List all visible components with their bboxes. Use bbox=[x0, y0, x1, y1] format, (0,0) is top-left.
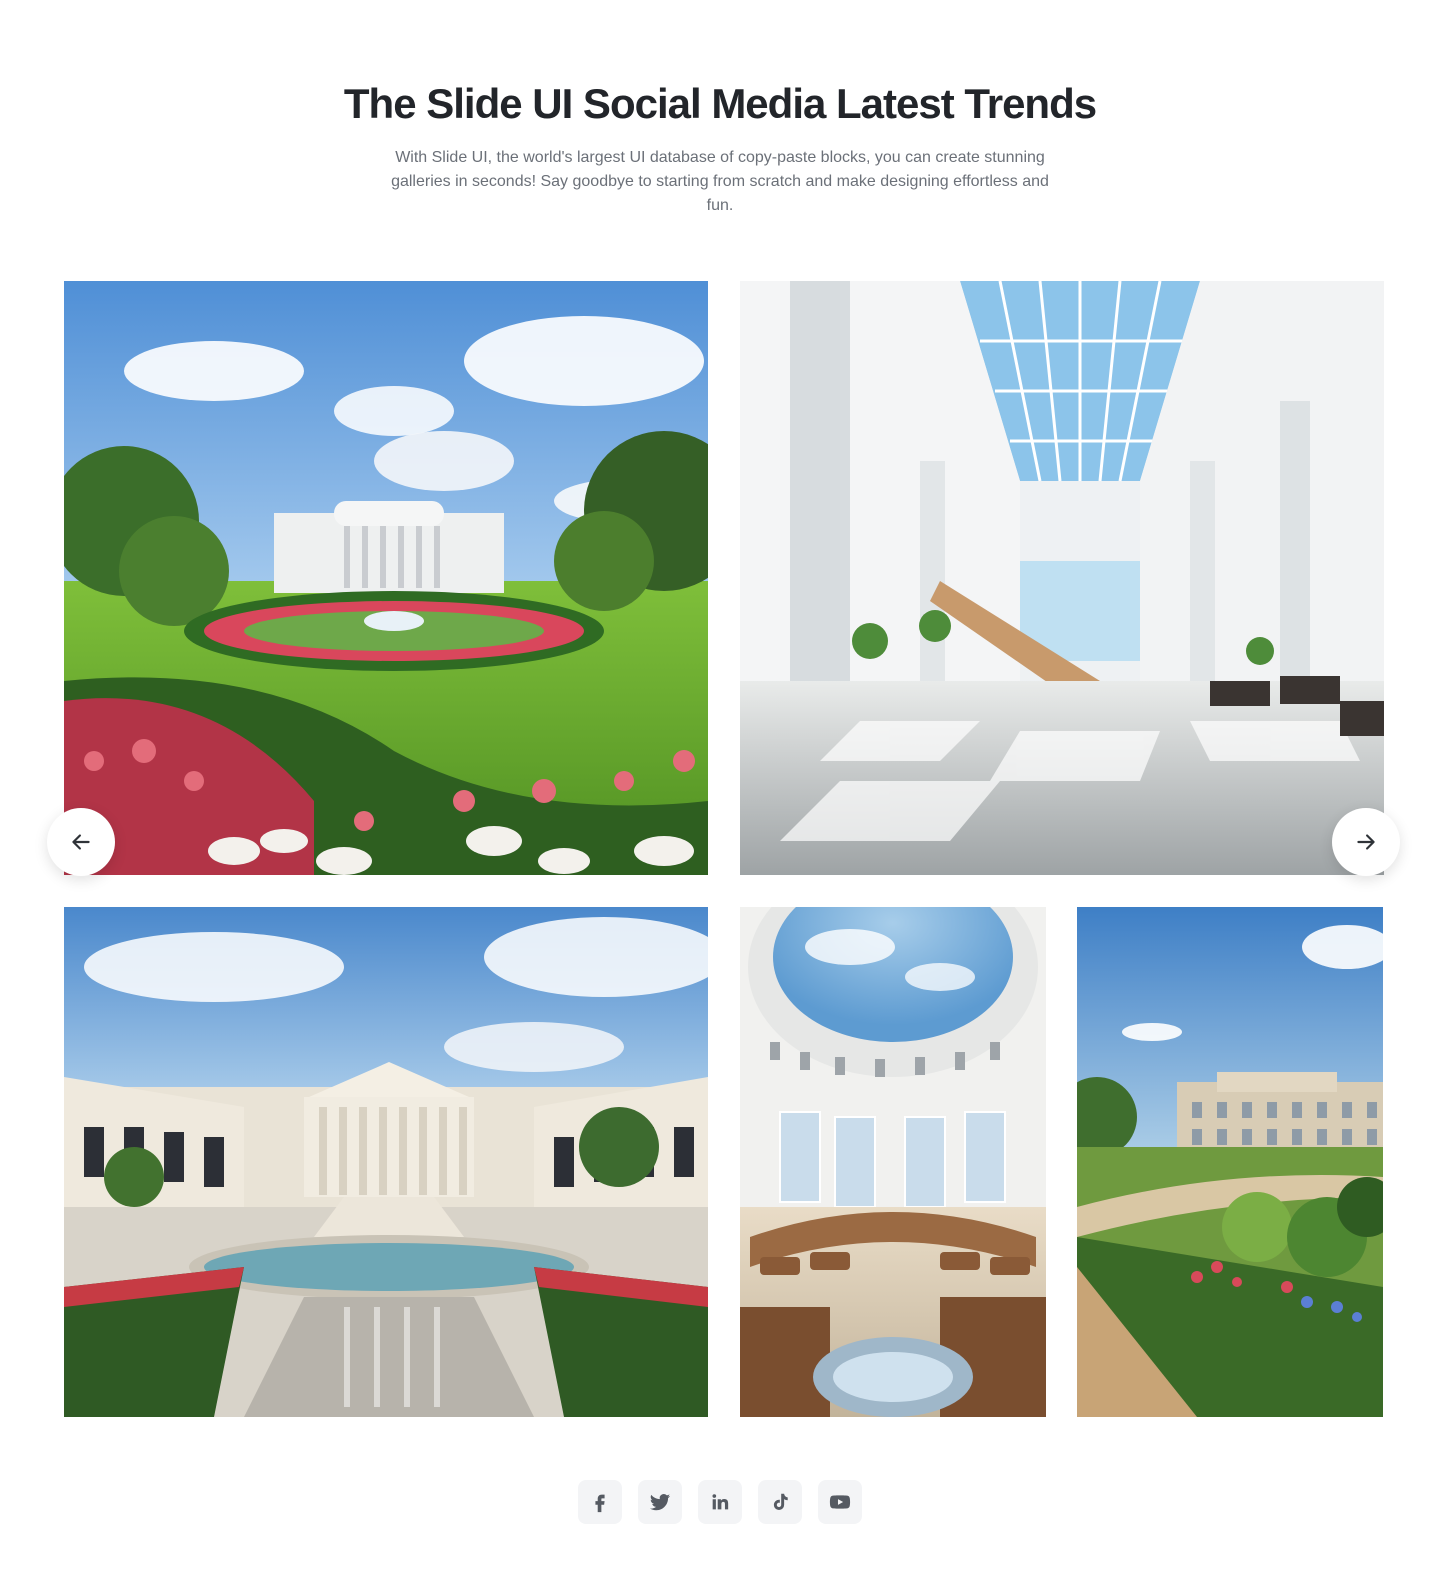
palace-garden-image bbox=[1077, 907, 1383, 1417]
twitter-icon bbox=[649, 1494, 671, 1511]
domed-chamber-image bbox=[740, 907, 1046, 1417]
prev-slide-button[interactable] bbox=[47, 808, 115, 876]
neoclassical-building-image bbox=[64, 907, 708, 1417]
gallery-photo-domed-chamber[interactable] bbox=[740, 907, 1046, 1417]
twitter-link[interactable] bbox=[638, 1480, 682, 1524]
facebook-icon bbox=[595, 1494, 605, 1513]
mansion-garden-image bbox=[64, 281, 708, 875]
image-gallery-slider bbox=[0, 0, 1440, 1596]
facebook-link[interactable] bbox=[578, 1480, 622, 1524]
linkedin-link[interactable] bbox=[698, 1480, 742, 1524]
gallery-photo-palace-garden[interactable] bbox=[1077, 907, 1383, 1417]
atrium-interior-image bbox=[740, 281, 1384, 875]
arrow-left-icon bbox=[72, 834, 90, 850]
gallery-photo-neoclassical-building[interactable] bbox=[64, 907, 708, 1417]
tiktok-link[interactable] bbox=[758, 1480, 802, 1524]
next-slide-button[interactable] bbox=[1332, 808, 1400, 876]
tiktok-icon bbox=[773, 1493, 788, 1510]
youtube-link[interactable] bbox=[818, 1480, 862, 1524]
linkedin-icon bbox=[712, 1494, 729, 1510]
youtube-icon bbox=[829, 1495, 851, 1509]
gallery-photo-atrium[interactable] bbox=[740, 281, 1384, 875]
social-links bbox=[0, 1480, 1440, 1524]
gallery-photo-mansion-garden[interactable] bbox=[64, 281, 708, 875]
arrow-right-icon bbox=[1357, 834, 1375, 850]
